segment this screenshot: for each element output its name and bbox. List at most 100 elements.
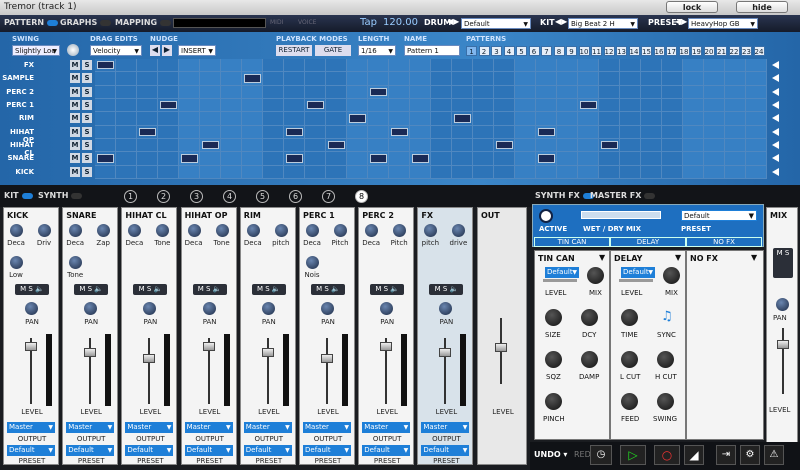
channel-knob[interactable]: [274, 224, 288, 237]
step-cell[interactable]: [557, 99, 578, 113]
step-cell[interactable]: [410, 112, 431, 126]
step-cell[interactable]: [242, 112, 263, 126]
output-select[interactable]: Master ▼: [421, 422, 470, 433]
step-cell[interactable]: [704, 85, 725, 99]
pattern-button-20[interactable]: 20: [703, 46, 715, 56]
channel-ms-buttons[interactable]: M S 🔈: [15, 284, 49, 295]
row-solo-button[interactable]: S: [82, 153, 92, 164]
step-cell[interactable]: [200, 152, 221, 166]
row-mute-button[interactable]: M: [70, 153, 80, 164]
step-cell[interactable]: [242, 59, 263, 73]
step-cell[interactable]: [305, 125, 326, 139]
step-cell[interactable]: [137, 99, 158, 113]
damp-knob[interactable]: [581, 351, 598, 368]
step-cell[interactable]: [641, 139, 662, 153]
step-cell[interactable]: [578, 112, 599, 126]
step-cell[interactable]: [221, 72, 242, 86]
step-cell[interactable]: [116, 85, 137, 99]
level-fader[interactable]: [261, 348, 274, 357]
tab-mapping[interactable]: MAPPING: [115, 18, 172, 27]
step-cell[interactable]: [326, 125, 347, 139]
step-cell[interactable]: [200, 165, 221, 179]
step-cell[interactable]: [557, 152, 578, 166]
pattern-button-14[interactable]: 14: [628, 46, 640, 56]
step-note[interactable]: [286, 127, 303, 136]
step-note[interactable]: [286, 154, 303, 163]
step-cell[interactable]: [515, 125, 536, 139]
pattern-button-13[interactable]: 13: [616, 46, 627, 56]
step-cell[interactable]: [473, 72, 494, 86]
step-cell[interactable]: [284, 99, 305, 113]
step-cell[interactable]: [158, 85, 179, 99]
channel-knob[interactable]: [10, 224, 23, 237]
preset-select[interactable]: Default ▼: [303, 445, 351, 456]
tin-can-mix-knob[interactable]: [587, 267, 604, 284]
step-cell[interactable]: [137, 72, 158, 86]
step-cell[interactable]: [326, 85, 347, 99]
wet-dry-slider[interactable]: [581, 211, 661, 219]
step-cell[interactable]: [473, 139, 494, 153]
step-cell[interactable]: [599, 152, 620, 166]
step-cell[interactable]: [305, 72, 326, 86]
step-cell[interactable]: [725, 59, 746, 73]
row-solo-button[interactable]: S: [82, 73, 92, 84]
mix-ms-buttons[interactable]: M S: [773, 248, 793, 278]
step-cell[interactable]: [536, 85, 557, 99]
step-cell[interactable]: [746, 139, 767, 153]
step-cell[interactable]: [683, 112, 704, 126]
tab-synth-fx[interactable]: SYNTH FX: [535, 191, 594, 200]
step-cell[interactable]: [431, 165, 452, 179]
step-cell[interactable]: [242, 85, 263, 99]
step-cell[interactable]: [200, 72, 221, 86]
row-velocity-icon[interactable]: [772, 154, 779, 163]
step-cell[interactable]: [515, 72, 536, 86]
step-cell[interactable]: [389, 99, 410, 113]
step-cell[interactable]: [263, 99, 284, 113]
step-cell[interactable]: [179, 139, 200, 153]
step-cell[interactable]: [494, 85, 515, 99]
step-cell[interactable]: [599, 72, 620, 86]
step-cell[interactable]: [725, 99, 746, 113]
step-cell[interactable]: [599, 165, 620, 179]
step-cell[interactable]: [410, 165, 431, 179]
row-solo-button[interactable]: S: [82, 60, 92, 70]
pattern-button-4[interactable]: 4: [503, 46, 515, 56]
step-cell[interactable]: [116, 125, 137, 139]
slot-button-8[interactable]: 8: [355, 190, 368, 203]
row-mute-button[interactable]: M: [70, 60, 80, 70]
step-cell[interactable]: [347, 139, 368, 153]
step-cell[interactable]: [494, 59, 515, 73]
step-cell[interactable]: [347, 165, 368, 179]
step-cell[interactable]: [620, 99, 641, 113]
step-cell[interactable]: [200, 85, 221, 99]
pattern-button-24[interactable]: 24: [753, 46, 765, 56]
step-cell[interactable]: [284, 85, 305, 99]
drag-edits-select[interactable]: Velocity ▼: [90, 45, 142, 56]
step-note[interactable]: [412, 154, 429, 163]
step-cell[interactable]: [536, 72, 557, 86]
preset-arrows-icon[interactable]: ◀▶: [675, 17, 687, 26]
undo-button[interactable]: UNDO ▾: [534, 450, 567, 459]
kit-arrows-icon[interactable]: ◀▶: [555, 17, 567, 26]
step-note[interactable]: [139, 127, 156, 136]
step-cell[interactable]: [746, 125, 767, 139]
kit-select[interactable]: Big Beat 2 H ▼: [568, 18, 638, 29]
step-cell[interactable]: [263, 165, 284, 179]
row-velocity-icon[interactable]: [772, 114, 779, 123]
step-cell[interactable]: [431, 59, 452, 73]
step-cell[interactable]: [410, 125, 431, 139]
step-cell[interactable]: [452, 59, 473, 73]
step-cell[interactable]: [221, 112, 242, 126]
step-cell[interactable]: [683, 125, 704, 139]
step-cell[interactable]: [578, 85, 599, 99]
step-cell[interactable]: [704, 72, 725, 86]
channel-knob[interactable]: [424, 224, 438, 237]
step-note[interactable]: [538, 127, 555, 136]
step-cell[interactable]: [158, 152, 179, 166]
step-cell[interactable]: [494, 99, 515, 113]
step-cell[interactable]: [473, 99, 494, 113]
slot-button-1[interactable]: 1: [124, 190, 137, 203]
step-cell[interactable]: [536, 99, 557, 113]
step-cell[interactable]: [515, 139, 536, 153]
step-cell[interactable]: [431, 72, 452, 86]
